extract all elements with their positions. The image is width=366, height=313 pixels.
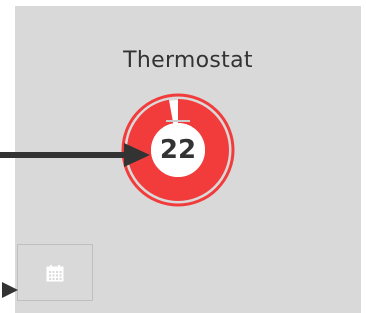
widget-title: Thermostat bbox=[123, 48, 253, 73]
arrow-to-calendar-button bbox=[2, 282, 18, 298]
calendar-button[interactable] bbox=[17, 244, 93, 301]
arrow-to-gauge-value bbox=[0, 143, 150, 167]
calendar-icon bbox=[46, 264, 64, 281]
thermostat-screen: Thermostat 22 bbox=[0, 0, 366, 313]
